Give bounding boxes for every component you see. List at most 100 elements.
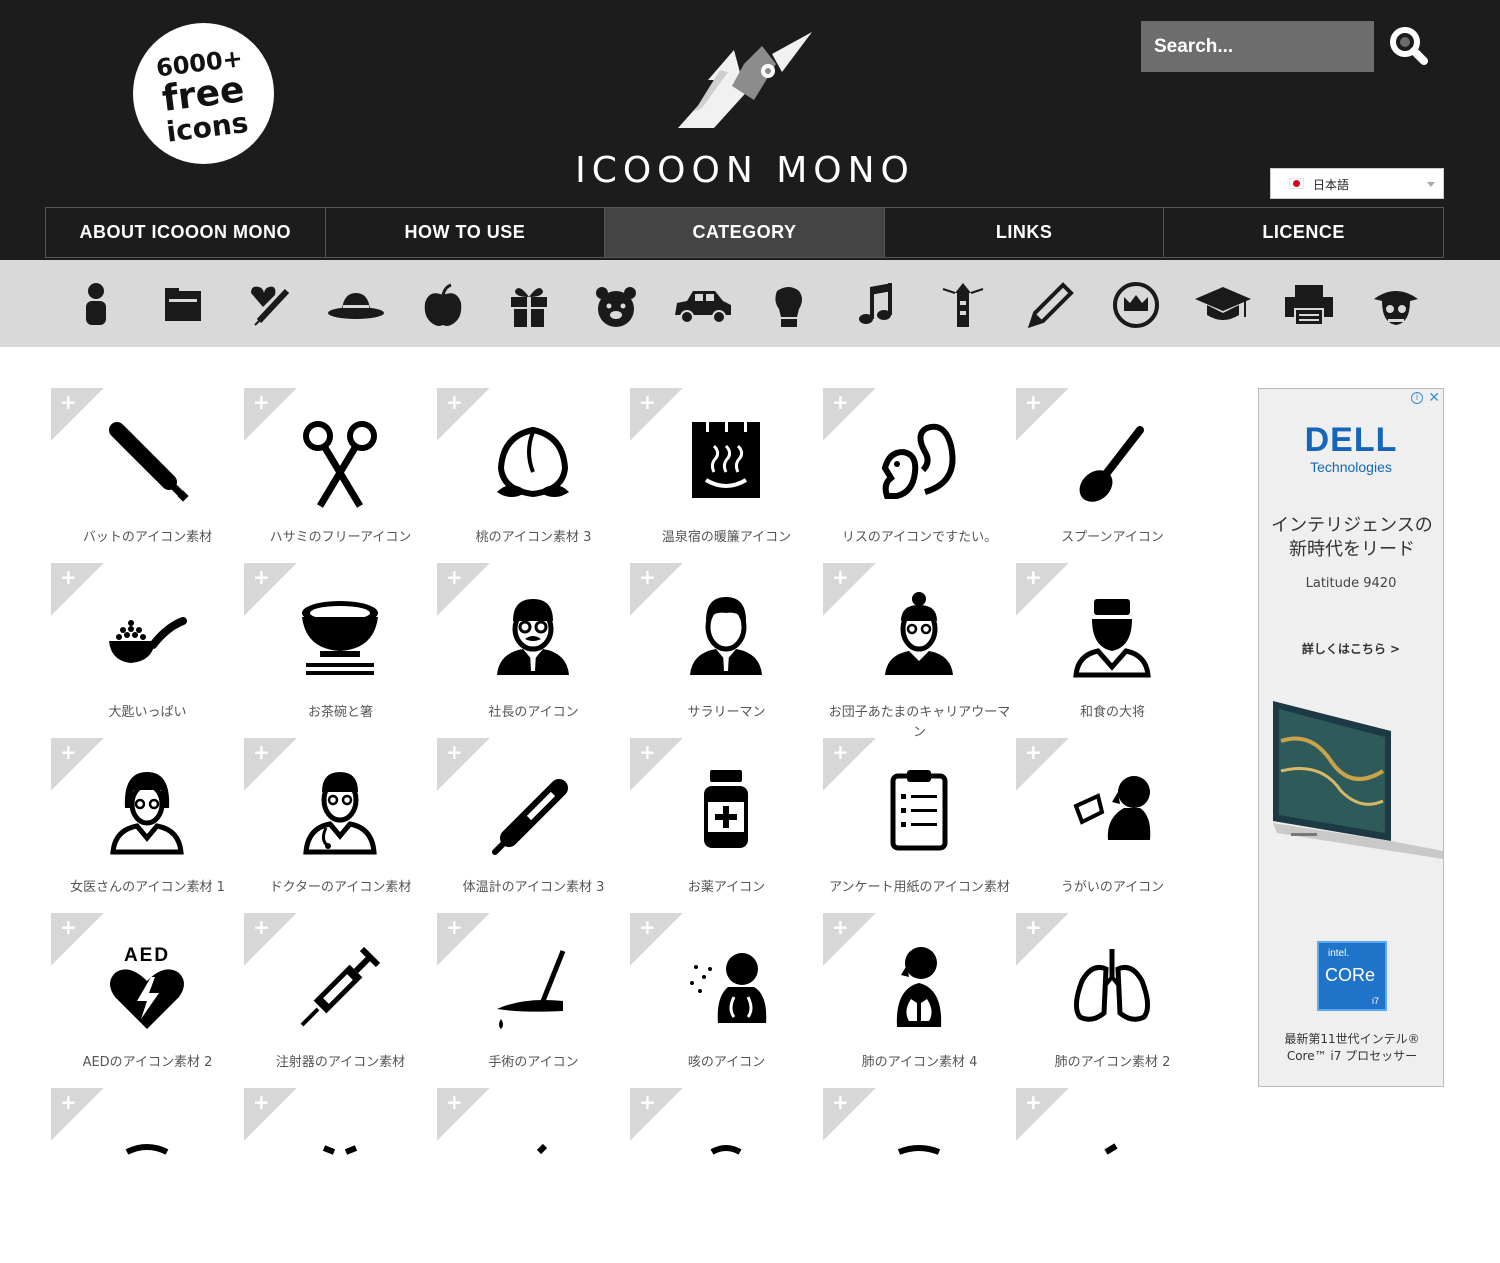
- icon-card[interactable]: +: [51, 1088, 244, 1263]
- nav-category[interactable]: CATEGORY: [605, 208, 885, 257]
- icon-label[interactable]: 大匙いっぱい: [51, 703, 244, 723]
- ad-close-icon[interactable]: ✕: [1428, 390, 1440, 406]
- icon-card[interactable]: + アンケート用紙のアイコン素材: [823, 738, 1016, 913]
- icon-card[interactable]: + 社長のアイコン: [437, 563, 630, 738]
- category-animal[interactable]: [585, 277, 647, 333]
- category-music[interactable]: [845, 277, 907, 333]
- icon-card[interactable]: +: [437, 1088, 630, 1263]
- icon-card[interactable]: + お団子あたまのキャリアウーマン: [823, 563, 1016, 740]
- gift-icon: [511, 288, 547, 327]
- surgery-scalpel-icon: [497, 950, 566, 1029]
- icon-card[interactable]: + うがいのアイコン: [1016, 738, 1209, 913]
- category-vehicle[interactable]: [672, 277, 734, 333]
- category-food[interactable]: [412, 277, 474, 333]
- nav-licence[interactable]: LICENCE: [1164, 208, 1443, 257]
- category-hat[interactable]: [325, 277, 387, 333]
- nav-links[interactable]: LINKS: [885, 208, 1165, 257]
- icon-card[interactable]: + ハサミのフリーアイコン: [244, 388, 437, 563]
- icon-card[interactable]: + リスのアイコンですたい。: [823, 388, 1016, 563]
- icon-card[interactable]: +: [823, 1088, 1016, 1263]
- icon-card[interactable]: + AED AEDのアイコン素材 2: [51, 913, 244, 1088]
- icon-label[interactable]: スプーンアイコン: [1016, 528, 1209, 548]
- language-select[interactable]: 日本語: [1270, 168, 1444, 199]
- unicorn-logo-icon[interactable]: [672, 28, 822, 134]
- icon-card[interactable]: + お茶碗と箸: [244, 563, 437, 738]
- icon-label[interactable]: お茶碗と箸: [244, 703, 437, 723]
- nav-how-to-use[interactable]: HOW TO USE: [326, 208, 606, 257]
- icon-card[interactable]: + 注射器のアイコン素材: [244, 913, 437, 1088]
- icon-card[interactable]: + 温泉宿の暖簾アイコン: [630, 388, 823, 563]
- icon-card[interactable]: + 和食の大将: [1016, 563, 1209, 738]
- category-education[interactable]: [1192, 277, 1254, 333]
- icon-label[interactable]: サラリーマン: [630, 703, 823, 723]
- icon-label[interactable]: 手術のアイコン: [437, 1053, 630, 1073]
- category-person[interactable]: [65, 277, 127, 333]
- ad-cta-link[interactable]: 詳しくはこちら >: [1259, 640, 1443, 657]
- icon-label[interactable]: 注射器のアイコン素材: [244, 1053, 437, 1073]
- boxing-glove-icon: [775, 287, 802, 327]
- plus-icon: +: [446, 915, 463, 939]
- icon-label[interactable]: 温泉宿の暖簾アイコン: [630, 528, 823, 548]
- site-title[interactable]: ICOOON MONO: [560, 150, 930, 191]
- icon-label[interactable]: ドクターのアイコン素材: [244, 878, 437, 898]
- category-gift[interactable]: [498, 277, 560, 333]
- hat-icon: [328, 293, 384, 319]
- icon-label[interactable]: お団子あたまのキャリアウーマン: [823, 703, 1016, 743]
- icon-label[interactable]: AEDのアイコン素材 2: [51, 1053, 244, 1073]
- folder-icon: [165, 288, 201, 321]
- icon-card[interactable]: +: [244, 1088, 437, 1263]
- icon-label[interactable]: 和食の大将: [1016, 703, 1209, 723]
- icon-label[interactable]: お薬アイコン: [630, 878, 823, 898]
- icon-card[interactable]: + スプーンアイコン: [1016, 388, 1209, 563]
- category-others[interactable]: [1365, 277, 1427, 333]
- icon-label[interactable]: 肺のアイコン素材 4: [823, 1053, 1016, 1073]
- category-folder[interactable]: [152, 277, 214, 333]
- icon-label[interactable]: アンケート用紙のアイコン素材: [823, 878, 1016, 898]
- icon-label[interactable]: 桃のアイコン素材 3: [437, 528, 630, 548]
- advertisement[interactable]: i ✕ DELL Technologies インテリジェンスの新時代をリード L…: [1258, 388, 1444, 1087]
- icon-card[interactable]: +: [1016, 1088, 1209, 1263]
- icon-card[interactable]: + 女医さんのアイコン素材 1: [51, 738, 244, 913]
- icon-card[interactable]: + 咳のアイコン: [630, 913, 823, 1088]
- plus-icon: +: [253, 390, 270, 414]
- aed-icon: AED: [110, 945, 184, 1029]
- icon-card[interactable]: +: [630, 1088, 823, 1263]
- category-marks[interactable]: [1105, 277, 1167, 333]
- icon-card[interactable]: + 大匙いっぱい: [51, 563, 244, 738]
- scissors-icon: [303, 421, 377, 508]
- category-medical[interactable]: [238, 277, 300, 333]
- lungs-person-icon: [896, 947, 942, 1027]
- icon-label[interactable]: バットのアイコン素材: [51, 528, 244, 548]
- icon-card[interactable]: + 肺のアイコン素材 2: [1016, 913, 1209, 1088]
- ad-info-icon[interactable]: i: [1411, 392, 1423, 404]
- icon-label[interactable]: リスのアイコンですたい。: [823, 528, 1016, 548]
- icon-label[interactable]: ハサミのフリーアイコン: [244, 528, 437, 548]
- free-icons-badge[interactable]: 6000+ free icons: [133, 23, 274, 164]
- icon-card[interactable]: + 肺のアイコン素材 4: [823, 913, 1016, 1088]
- icon-label[interactable]: 咳のアイコン: [630, 1053, 823, 1073]
- icon-card[interactable]: + 体温計のアイコン素材 3: [437, 738, 630, 913]
- category-sports[interactable]: [758, 277, 820, 333]
- category-buildings[interactable]: [932, 277, 994, 333]
- icon-label[interactable]: 肺のアイコン素材 2: [1016, 1053, 1209, 1073]
- icon-label[interactable]: うがいのアイコン: [1016, 878, 1209, 898]
- category-stationery[interactable]: [1018, 277, 1080, 333]
- search-input[interactable]: [1141, 21, 1374, 72]
- survey-clipboard-icon: [890, 770, 948, 851]
- icon-label[interactable]: 社長のアイコン: [437, 703, 630, 723]
- icon-card[interactable]: + ドクターのアイコン素材: [244, 738, 437, 913]
- category-bar: [0, 260, 1500, 347]
- female-doctor-icon: [110, 772, 184, 855]
- category-electronics[interactable]: [1278, 277, 1340, 333]
- icon-card[interactable]: + バットのアイコン素材: [51, 388, 244, 563]
- pencil-icon: [1027, 282, 1074, 329]
- nav-about[interactable]: ABOUT ICOOON MONO: [46, 208, 326, 257]
- icon-card[interactable]: + 手術のアイコン: [437, 913, 630, 1088]
- search-button[interactable]: [1378, 21, 1444, 72]
- icon-card[interactable]: + お薬アイコン: [630, 738, 823, 913]
- icon-label[interactable]: 体温計のアイコン素材 3: [437, 878, 630, 898]
- icon-label[interactable]: 女医さんのアイコン素材 1: [51, 878, 244, 898]
- icon-card[interactable]: + サラリーマン: [630, 563, 823, 738]
- core-tier-label: i7: [1371, 996, 1379, 1006]
- icon-card[interactable]: + 桃のアイコン素材 3: [437, 388, 630, 563]
